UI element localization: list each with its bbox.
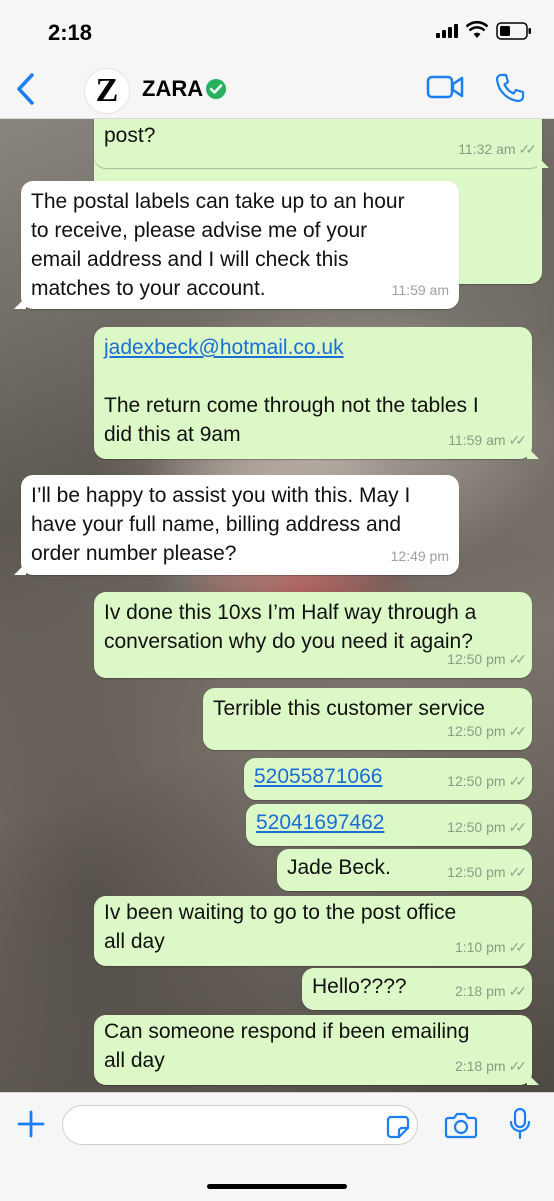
contact-name[interactable]: ZARA bbox=[142, 76, 203, 102]
phone-icon[interactable] bbox=[494, 72, 526, 104]
message-meta: 11:59 am ✓✓ bbox=[448, 426, 528, 455]
bubble-tail bbox=[527, 1073, 539, 1085]
message-bubble[interactable]: Iv done this 10xs I’m Half way through a… bbox=[94, 592, 532, 678]
status-time: 2:18 bbox=[48, 20, 93, 45]
message-bubble[interactable]: Can someone respond if been emailing all… bbox=[94, 1015, 539, 1085]
home-indicator[interactable] bbox=[207, 1184, 347, 1189]
message-input-bar bbox=[0, 1092, 554, 1201]
message-bubble[interactable]: 52041697462 12:50 pm ✓✓ bbox=[246, 804, 532, 846]
sticker-icon[interactable] bbox=[386, 1115, 410, 1139]
message-text: Terrible this customer service bbox=[213, 697, 485, 720]
avatar[interactable]: Z bbox=[84, 68, 130, 114]
double-check-icon: ✓✓ bbox=[508, 432, 528, 448]
double-check-icon: ✓✓ bbox=[508, 1058, 528, 1074]
message-time: 12:50 pm bbox=[447, 819, 506, 835]
double-check-icon: ✓✓ bbox=[508, 723, 528, 739]
message-text: The postal labels can take up to an hour… bbox=[31, 190, 405, 300]
message-text: Can someone respond if been emailing all… bbox=[104, 1020, 470, 1072]
message-meta: 12:50 pm ✓✓ bbox=[447, 858, 528, 887]
message-time: 12:50 pm bbox=[447, 723, 506, 739]
message-bubble[interactable]: I’ll be happy to assist you with this. M… bbox=[14, 475, 459, 575]
chevron-left-icon[interactable] bbox=[14, 72, 38, 106]
battery-icon bbox=[496, 22, 531, 40]
wifi-icon bbox=[466, 21, 488, 38]
video-call-icon[interactable] bbox=[426, 74, 464, 100]
double-check-icon: ✓✓ bbox=[518, 141, 538, 157]
message-meta: 11:59 am bbox=[392, 276, 449, 305]
message-meta: 12:50 pm ✓✓ bbox=[447, 717, 528, 746]
message-input[interactable] bbox=[62, 1105, 418, 1145]
message-text: Iv done this 10xs I’m Half way through a… bbox=[104, 601, 477, 653]
message-bubble[interactable]: Hello???? 2:18 pm ✓✓ bbox=[302, 968, 532, 1010]
message-bubble[interactable]: Terrible this customer service 12:50 pm ✓… bbox=[203, 688, 532, 750]
message-bubble[interactable]: I still haven’t got them and I’m waiting… bbox=[94, 118, 549, 168]
message-time: 11:59 am bbox=[448, 432, 506, 448]
message-text: The return come through not the tables I… bbox=[104, 394, 479, 446]
message-text: Hello???? bbox=[312, 975, 407, 998]
message-text: Iv been waiting to go to the post office… bbox=[104, 901, 457, 953]
double-check-icon: ✓✓ bbox=[508, 651, 528, 667]
double-check-icon: ✓✓ bbox=[508, 864, 528, 880]
message-meta: 11:32 am ✓✓ bbox=[458, 135, 538, 164]
message-meta: 12:50 pm ✓✓ bbox=[447, 645, 528, 674]
message-meta: 12:50 pm ✓✓ bbox=[447, 813, 528, 842]
message-time: 12:49 pm bbox=[390, 548, 449, 564]
signal-icon bbox=[436, 24, 458, 38]
message-time: 12:50 pm bbox=[447, 864, 506, 880]
microphone-icon[interactable] bbox=[508, 1107, 532, 1141]
message-text: I’ll be happy to assist you with this. M… bbox=[31, 484, 411, 565]
message-meta: 1:10 pm ✓✓ bbox=[454, 933, 528, 962]
message-bubble[interactable]: Iv been waiting to go to the post office… bbox=[94, 896, 532, 966]
plus-icon[interactable] bbox=[16, 1109, 46, 1139]
message-meta: 2:18 pm ✓✓ bbox=[454, 977, 528, 1006]
message-time: 12:50 pm bbox=[447, 651, 506, 667]
message-time: 11:59 am bbox=[391, 282, 449, 298]
double-check-icon: ✓✓ bbox=[508, 983, 528, 999]
status-bar: 2:18 bbox=[0, 0, 554, 62]
message-bubble[interactable]: Jade Beck. 12:50 pm ✓✓ bbox=[277, 849, 532, 891]
bubble-tail bbox=[527, 447, 539, 459]
message-time: 2:18 pm bbox=[454, 983, 506, 999]
message-text: I still haven’t got them and I’m waiting… bbox=[104, 124, 156, 147]
message-meta: 12:50 pm ✓✓ bbox=[447, 767, 528, 796]
message-meta: 12:49 pm bbox=[391, 542, 449, 571]
bubble-tail bbox=[537, 156, 549, 168]
message-bubble[interactable]: The postal labels can take up to an hour… bbox=[14, 181, 459, 309]
message-time: 1:10 pm bbox=[454, 939, 506, 955]
chat-header: Z ZARA bbox=[0, 62, 554, 119]
message-bubble[interactable]: jadexbeck@hotmail.co.uk The return come … bbox=[94, 327, 539, 459]
double-check-icon: ✓✓ bbox=[508, 773, 528, 789]
message-time: 12:50 pm bbox=[447, 773, 506, 789]
verified-check-icon bbox=[206, 79, 226, 99]
bubble-tail bbox=[14, 297, 26, 309]
bubble-tail bbox=[14, 563, 26, 575]
double-check-icon: ✓✓ bbox=[508, 939, 528, 955]
camera-icon[interactable] bbox=[444, 1111, 478, 1139]
order-number-link[interactable]: 52055871066 bbox=[254, 762, 382, 791]
order-number-link[interactable]: 52041697462 bbox=[256, 808, 384, 837]
message-time: 11:32 am bbox=[458, 141, 516, 157]
double-check-icon: ✓✓ bbox=[508, 819, 528, 835]
message-meta: 2:18 pm ✓✓ bbox=[454, 1052, 528, 1081]
message-text: Jade Beck. bbox=[287, 856, 391, 879]
message-bubble[interactable]: 52055871066 12:50 pm ✓✓ bbox=[244, 758, 532, 800]
message-time: 2:18 pm bbox=[454, 1058, 506, 1074]
avatar-logo: Z bbox=[95, 72, 119, 109]
chat-area[interactable]: I still haven’t got them and I’m waiting… bbox=[0, 118, 554, 1092]
